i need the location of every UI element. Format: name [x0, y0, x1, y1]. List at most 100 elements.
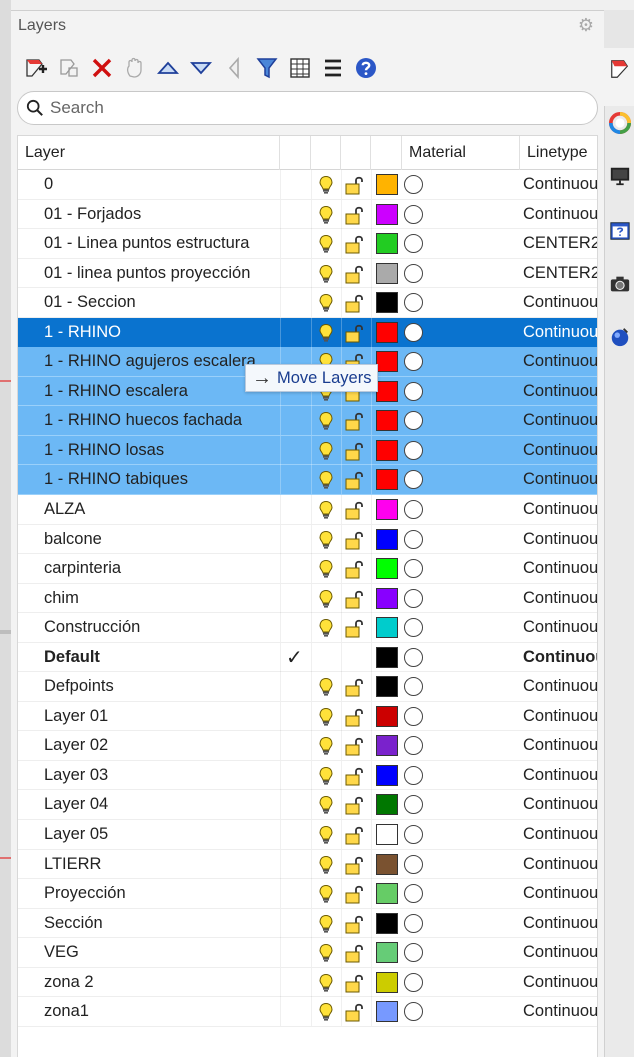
layer-linetype[interactable]: Continuous — [523, 997, 597, 1026]
unlock-icon[interactable] — [344, 736, 366, 756]
unlock-icon[interactable] — [344, 559, 366, 579]
unlock-icon[interactable] — [344, 1002, 366, 1022]
layer-name[interactable]: LTIERR — [44, 850, 101, 879]
layer-color-swatch[interactable] — [376, 824, 398, 846]
layer-name[interactable]: 1 - RHINO agujeros escalera — [44, 347, 256, 376]
unlock-icon[interactable] — [344, 500, 366, 520]
layer-row[interactable]: LTIERR Continuous — [18, 849, 597, 880]
layer-linetype[interactable]: Continuous — [523, 879, 597, 908]
material-circle-icon[interactable] — [404, 588, 423, 608]
layer-name[interactable]: balcone — [44, 525, 102, 554]
layer-linetype[interactable]: Continuous — [523, 850, 597, 879]
layer-row[interactable]: Layer 03 Continuous — [18, 760, 597, 791]
layer-linetype[interactable]: CENTER2 — [523, 229, 597, 258]
lightbulb-icon[interactable] — [316, 411, 336, 431]
layer-name[interactable]: 1 - RHINO — [44, 318, 121, 347]
new-layer-icon[interactable] — [19, 53, 52, 83]
layer-name[interactable]: 01 - Forjados — [44, 200, 141, 229]
layer-color-swatch[interactable] — [376, 676, 398, 698]
move-left-icon[interactable] — [217, 53, 250, 83]
lightbulb-icon[interactable] — [316, 293, 336, 313]
layer-color-swatch[interactable] — [376, 617, 398, 639]
layer-name[interactable]: Layer 01 — [44, 702, 108, 731]
material-circle-icon[interactable] — [404, 913, 423, 933]
move-up-icon[interactable] — [151, 53, 184, 83]
current-layer-checkmark[interactable]: ✓ — [286, 645, 303, 670]
layer-color-swatch[interactable] — [376, 735, 398, 757]
layer-color-swatch[interactable] — [376, 262, 398, 284]
column-header-on[interactable] — [311, 136, 341, 170]
layer-color-swatch[interactable] — [376, 203, 398, 225]
material-circle-icon[interactable] — [404, 1002, 423, 1022]
layer-color-swatch[interactable] — [376, 292, 398, 314]
material-circle-icon[interactable] — [404, 175, 423, 194]
layer-linetype[interactable]: Continuous — [523, 702, 597, 731]
material-circle-icon[interactable] — [404, 381, 423, 401]
layer-name[interactable]: 1 - RHINO escalera — [44, 377, 188, 406]
layer-row[interactable]: Layer 04 Continuous — [18, 790, 597, 821]
material-circle-icon[interactable] — [404, 234, 423, 254]
layer-name[interactable]: Defpoints — [44, 672, 114, 701]
layer-name[interactable]: Proyección — [44, 879, 126, 908]
search-input[interactable] — [50, 98, 570, 118]
layer-row[interactable]: chim Continuous — [18, 583, 597, 614]
column-header-material[interactable]: Material — [402, 136, 520, 170]
unlock-icon[interactable] — [344, 943, 366, 963]
filter-icon[interactable] — [250, 53, 283, 83]
lightbulb-icon[interactable] — [316, 589, 336, 609]
layer-color-swatch[interactable] — [376, 705, 398, 727]
layers-tab-icon[interactable] — [609, 58, 631, 80]
layer-row[interactable]: 1 - RHINO losas Continuous — [18, 435, 597, 466]
unlock-icon[interactable] — [344, 264, 366, 284]
layer-row[interactable]: Defpoints Continuous — [18, 672, 597, 702]
material-circle-icon[interactable] — [404, 765, 423, 785]
column-header-linetype[interactable]: Linetype — [520, 136, 597, 170]
lightbulb-icon[interactable] — [316, 707, 336, 727]
layer-linetype[interactable]: Continuous — [523, 377, 597, 406]
layer-row[interactable]: ALZA Continuous — [18, 495, 597, 525]
layer-linetype[interactable]: CENTER2 — [523, 259, 597, 288]
lightbulb-icon[interactable] — [316, 766, 336, 786]
layer-color-swatch[interactable] — [376, 853, 398, 875]
lightbulb-icon[interactable] — [316, 205, 336, 225]
layer-linetype[interactable]: Continuous — [523, 436, 597, 465]
unlock-icon[interactable] — [344, 441, 366, 461]
layer-row[interactable]: Layer 01 Continuous — [18, 701, 597, 732]
layer-linetype[interactable]: Continuous — [523, 406, 597, 435]
layer-linetype[interactable]: Continuous — [523, 613, 597, 642]
layer-color-swatch[interactable] — [376, 971, 398, 993]
move-down-icon[interactable] — [184, 53, 217, 83]
lightbulb-icon[interactable] — [316, 323, 336, 343]
layer-linetype[interactable]: Continuous — [523, 200, 597, 229]
lightbulb-icon[interactable] — [316, 825, 336, 845]
layer-row[interactable]: balcone Continuous — [18, 524, 597, 555]
layer-linetype[interactable]: Continuous — [523, 584, 597, 613]
table-icon[interactable] — [283, 53, 316, 83]
layer-linetype[interactable]: Continuous — [523, 525, 597, 554]
unlock-icon[interactable] — [344, 795, 366, 815]
layer-row[interactable]: 01 - Seccion Continuous — [18, 288, 597, 318]
unlock-icon[interactable] — [344, 530, 366, 550]
layer-color-swatch[interactable] — [376, 410, 398, 432]
layer-linetype[interactable]: Continuous — [523, 495, 597, 524]
help-icon[interactable] — [349, 53, 382, 83]
lightbulb-icon[interactable] — [316, 914, 336, 934]
column-header-color[interactable] — [371, 136, 402, 170]
layer-name[interactable]: 0 — [44, 170, 53, 199]
layer-color-swatch[interactable] — [376, 321, 398, 343]
lightbulb-icon[interactable] — [316, 470, 336, 490]
unlock-icon[interactable] — [344, 707, 366, 727]
layer-row[interactable]: Default ✓ Continuous — [18, 642, 597, 673]
layer-color-swatch[interactable] — [376, 233, 398, 255]
layer-row[interactable]: 01 - linea puntos proyección CENTER2 — [18, 258, 597, 289]
lightbulb-icon[interactable] — [316, 677, 336, 697]
layer-color-swatch[interactable] — [376, 528, 398, 550]
unlock-icon[interactable] — [344, 677, 366, 697]
unlock-icon[interactable] — [344, 589, 366, 609]
layer-name[interactable]: chim — [44, 584, 79, 613]
layer-linetype[interactable]: Continuous — [523, 790, 597, 819]
layer-name[interactable]: zona1 — [44, 997, 89, 1026]
lightbulb-icon[interactable] — [316, 234, 336, 254]
lightbulb-icon[interactable] — [316, 973, 336, 993]
layer-color-swatch[interactable] — [376, 380, 398, 402]
